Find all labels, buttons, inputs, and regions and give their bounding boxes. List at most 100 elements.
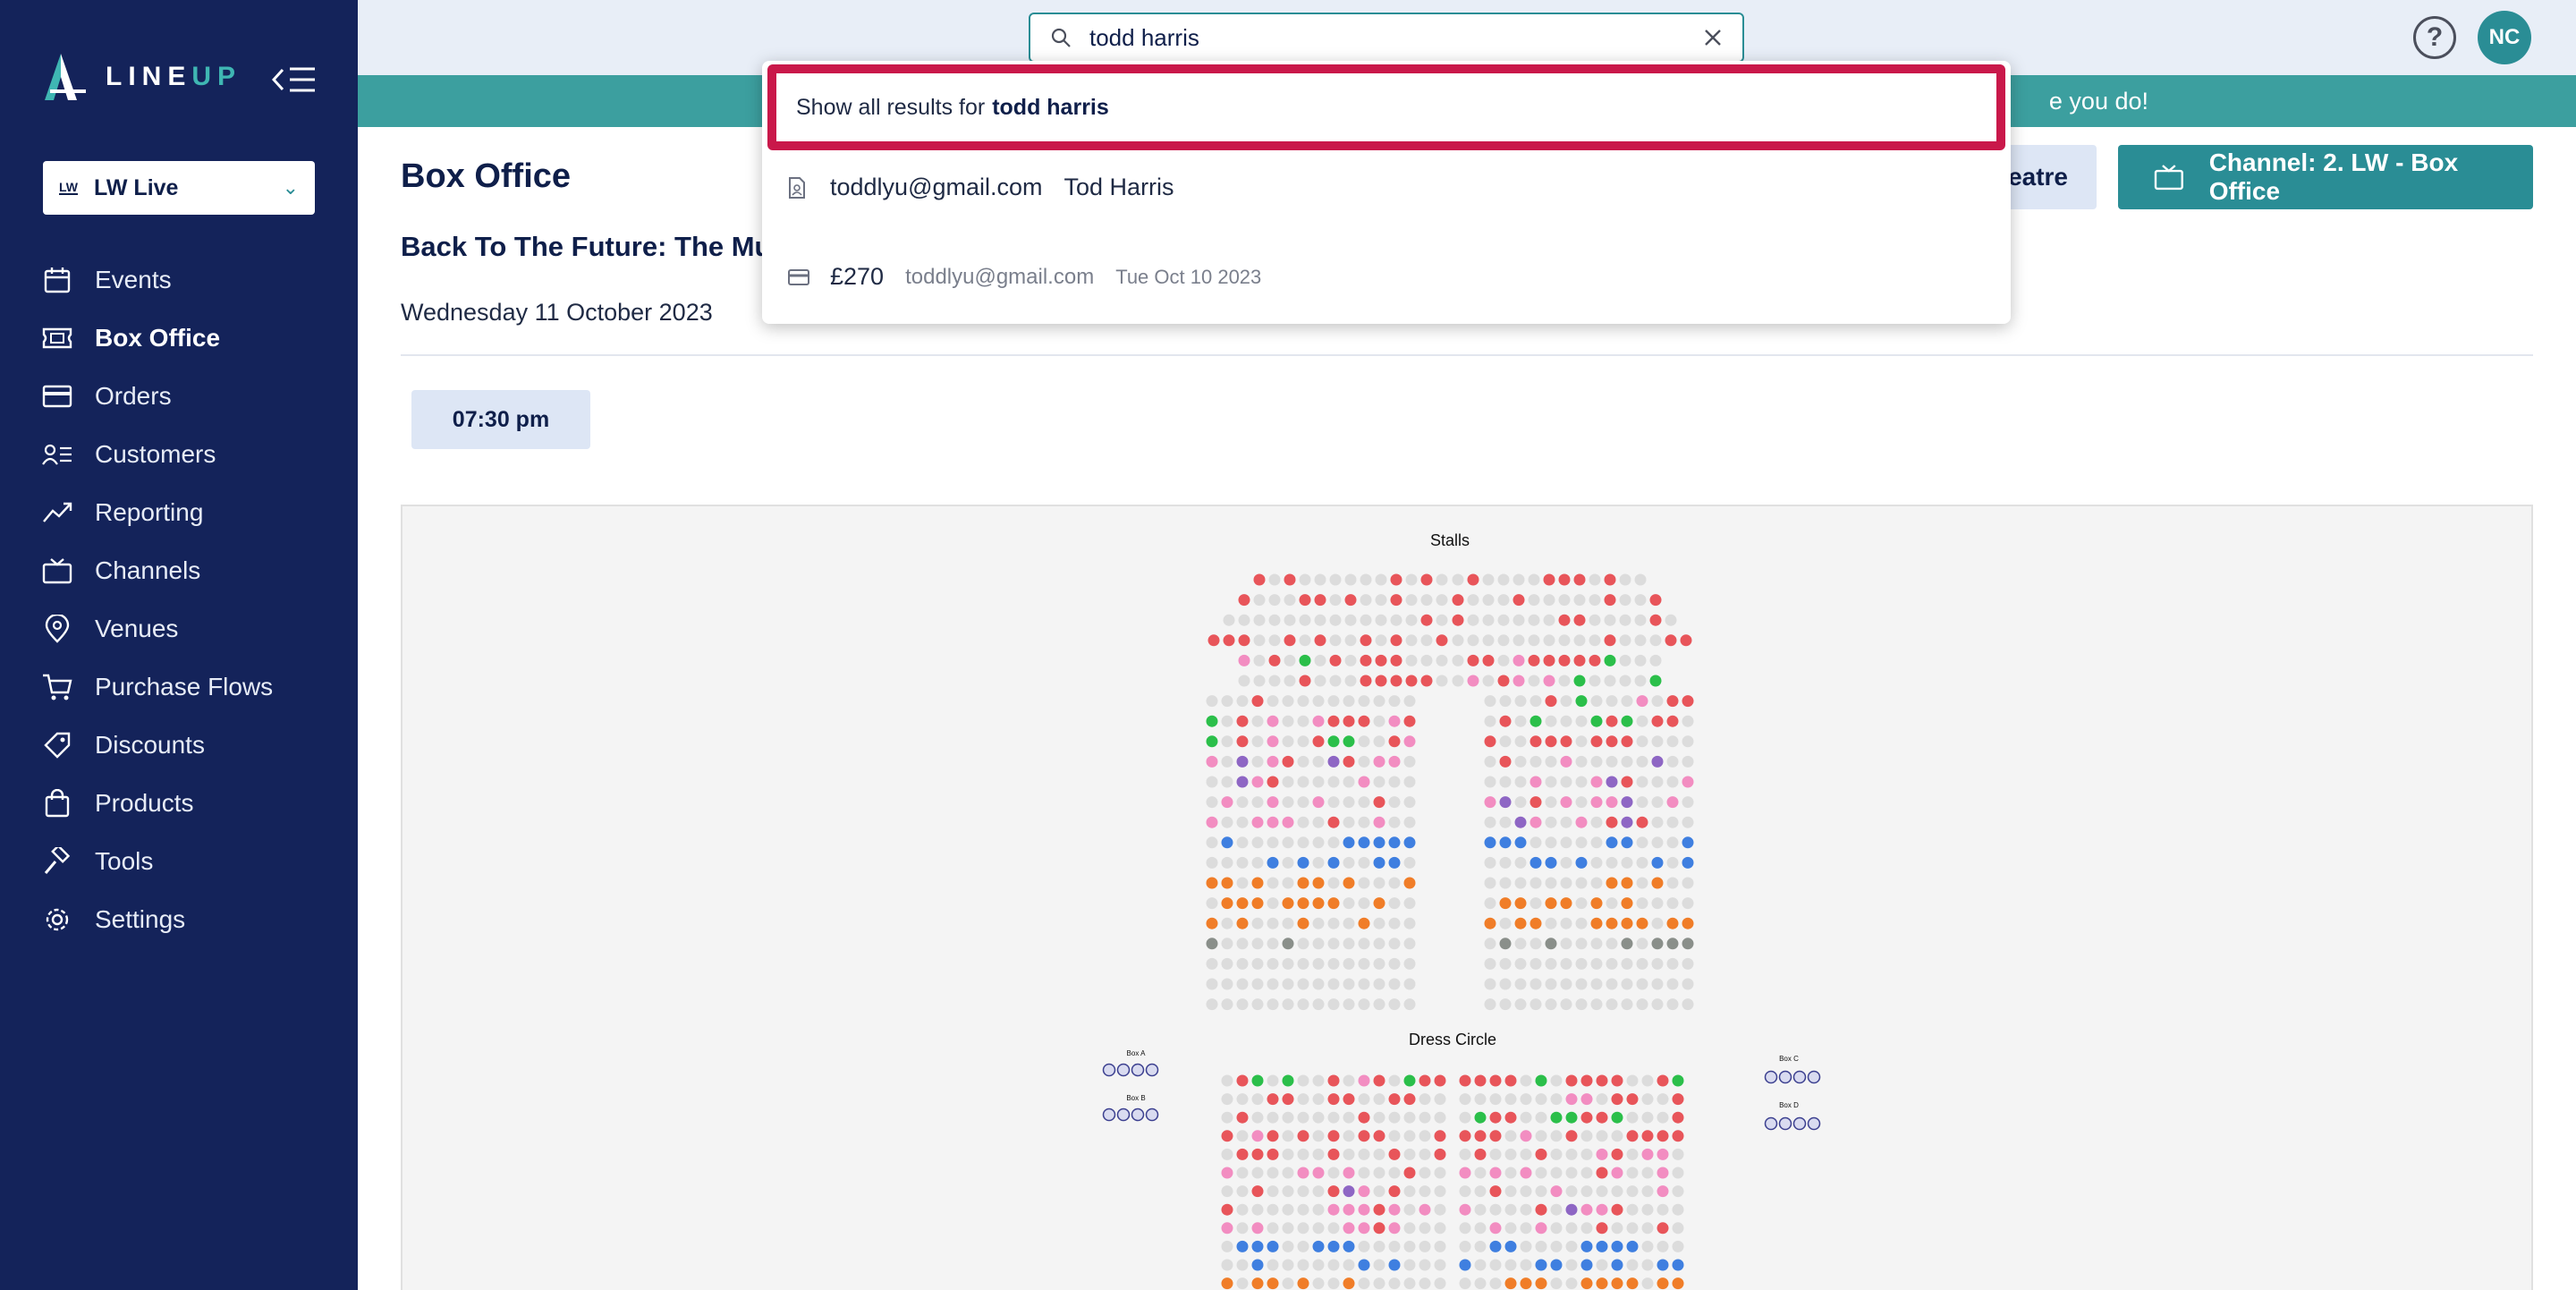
seat[interactable] — [1299, 573, 1311, 586]
seat[interactable] — [1327, 695, 1340, 708]
seat[interactable] — [1530, 796, 1542, 809]
seat[interactable] — [1375, 614, 1387, 626]
seat[interactable] — [1403, 957, 1416, 970]
seat[interactable] — [1672, 1130, 1684, 1142]
seat[interactable] — [1388, 897, 1401, 910]
seat[interactable] — [1621, 776, 1633, 788]
seat[interactable] — [1474, 1130, 1487, 1142]
seat[interactable] — [1459, 1093, 1471, 1106]
seat[interactable] — [1403, 1222, 1416, 1235]
seat[interactable] — [1565, 1111, 1578, 1124]
seat[interactable] — [1626, 1259, 1639, 1271]
seat[interactable] — [1575, 695, 1588, 708]
seat[interactable] — [1373, 897, 1385, 910]
seat[interactable] — [1560, 836, 1572, 849]
seat[interactable] — [1403, 1185, 1416, 1198]
seat[interactable] — [1238, 634, 1250, 647]
seat[interactable] — [1641, 1222, 1654, 1235]
seat[interactable] — [1388, 1277, 1401, 1290]
seat[interactable] — [1589, 573, 1601, 586]
seat[interactable] — [1358, 917, 1370, 929]
seat[interactable] — [1636, 917, 1648, 929]
seat[interactable] — [1221, 776, 1233, 788]
seat[interactable] — [1267, 1203, 1279, 1216]
seat[interactable] — [1312, 1222, 1325, 1235]
seat[interactable] — [1513, 654, 1525, 666]
seat[interactable] — [1358, 1185, 1370, 1198]
seat[interactable] — [1596, 1240, 1608, 1252]
seat[interactable] — [1297, 816, 1309, 828]
seat[interactable] — [1236, 755, 1249, 768]
seat[interactable] — [1358, 1203, 1370, 1216]
seat[interactable] — [1590, 877, 1603, 889]
seat[interactable] — [1358, 755, 1370, 768]
seat[interactable] — [1358, 897, 1370, 910]
seat[interactable] — [1560, 715, 1572, 727]
seat[interactable] — [1388, 695, 1401, 708]
seat[interactable] — [1373, 735, 1385, 748]
seat[interactable] — [1297, 1093, 1309, 1106]
seat[interactable] — [1626, 1222, 1639, 1235]
seat[interactable] — [1641, 1240, 1654, 1252]
seat[interactable] — [1550, 1167, 1563, 1179]
seat[interactable] — [1543, 654, 1555, 666]
seat[interactable] — [1543, 675, 1555, 687]
seat[interactable] — [1636, 755, 1648, 768]
seat[interactable] — [1221, 1167, 1233, 1179]
seat[interactable] — [1666, 796, 1679, 809]
seat[interactable] — [1484, 877, 1496, 889]
seat[interactable] — [1514, 856, 1527, 869]
seat[interactable] — [1520, 1111, 1532, 1124]
seat[interactable] — [1452, 594, 1464, 607]
seat[interactable] — [1452, 675, 1464, 687]
seat[interactable] — [1419, 1240, 1431, 1252]
seat[interactable] — [1575, 938, 1588, 950]
seat[interactable] — [1636, 776, 1648, 788]
seat[interactable] — [1682, 856, 1694, 869]
seat[interactable] — [1251, 695, 1264, 708]
seat[interactable] — [1299, 614, 1311, 626]
seat[interactable] — [1373, 816, 1385, 828]
seat[interactable] — [1390, 654, 1402, 666]
seat[interactable] — [1344, 654, 1357, 666]
seat[interactable] — [1499, 796, 1512, 809]
seat[interactable] — [1666, 978, 1679, 990]
seat[interactable] — [1360, 634, 1372, 647]
seat[interactable] — [1606, 695, 1618, 708]
seat[interactable] — [1504, 1148, 1517, 1160]
seat[interactable] — [1403, 1240, 1416, 1252]
seat[interactable] — [1535, 1277, 1547, 1290]
seat[interactable] — [1484, 695, 1496, 708]
seat[interactable] — [1474, 1093, 1487, 1106]
seat[interactable] — [1251, 1167, 1264, 1179]
seat[interactable] — [1373, 978, 1385, 990]
seat[interactable] — [1545, 877, 1557, 889]
seat[interactable] — [1388, 998, 1401, 1011]
seat[interactable] — [1514, 998, 1527, 1011]
seat[interactable] — [1497, 614, 1510, 626]
seat[interactable] — [1358, 978, 1370, 990]
seat[interactable] — [1327, 1148, 1340, 1160]
seat[interactable] — [1282, 957, 1294, 970]
seat[interactable] — [1626, 1185, 1639, 1198]
seat[interactable] — [1221, 755, 1233, 768]
seat[interactable] — [1419, 1167, 1431, 1179]
seat[interactable] — [1373, 796, 1385, 809]
sidebar-item-discounts[interactable]: Discounts — [0, 716, 358, 774]
seat[interactable] — [1606, 978, 1618, 990]
seat[interactable] — [1484, 796, 1496, 809]
seat[interactable] — [1343, 715, 1355, 727]
seat[interactable] — [1420, 634, 1433, 647]
seat[interactable] — [1543, 634, 1555, 647]
seat[interactable] — [1535, 1111, 1547, 1124]
box-seat[interactable] — [1792, 1070, 1807, 1084]
seat[interactable] — [1282, 978, 1294, 990]
seat[interactable] — [1520, 1093, 1532, 1106]
seat[interactable] — [1504, 1203, 1517, 1216]
box-seat[interactable] — [1131, 1108, 1145, 1122]
seat[interactable] — [1312, 938, 1325, 950]
seat[interactable] — [1596, 1277, 1608, 1290]
seat[interactable] — [1590, 836, 1603, 849]
seat[interactable] — [1282, 1240, 1294, 1252]
seat[interactable] — [1373, 836, 1385, 849]
